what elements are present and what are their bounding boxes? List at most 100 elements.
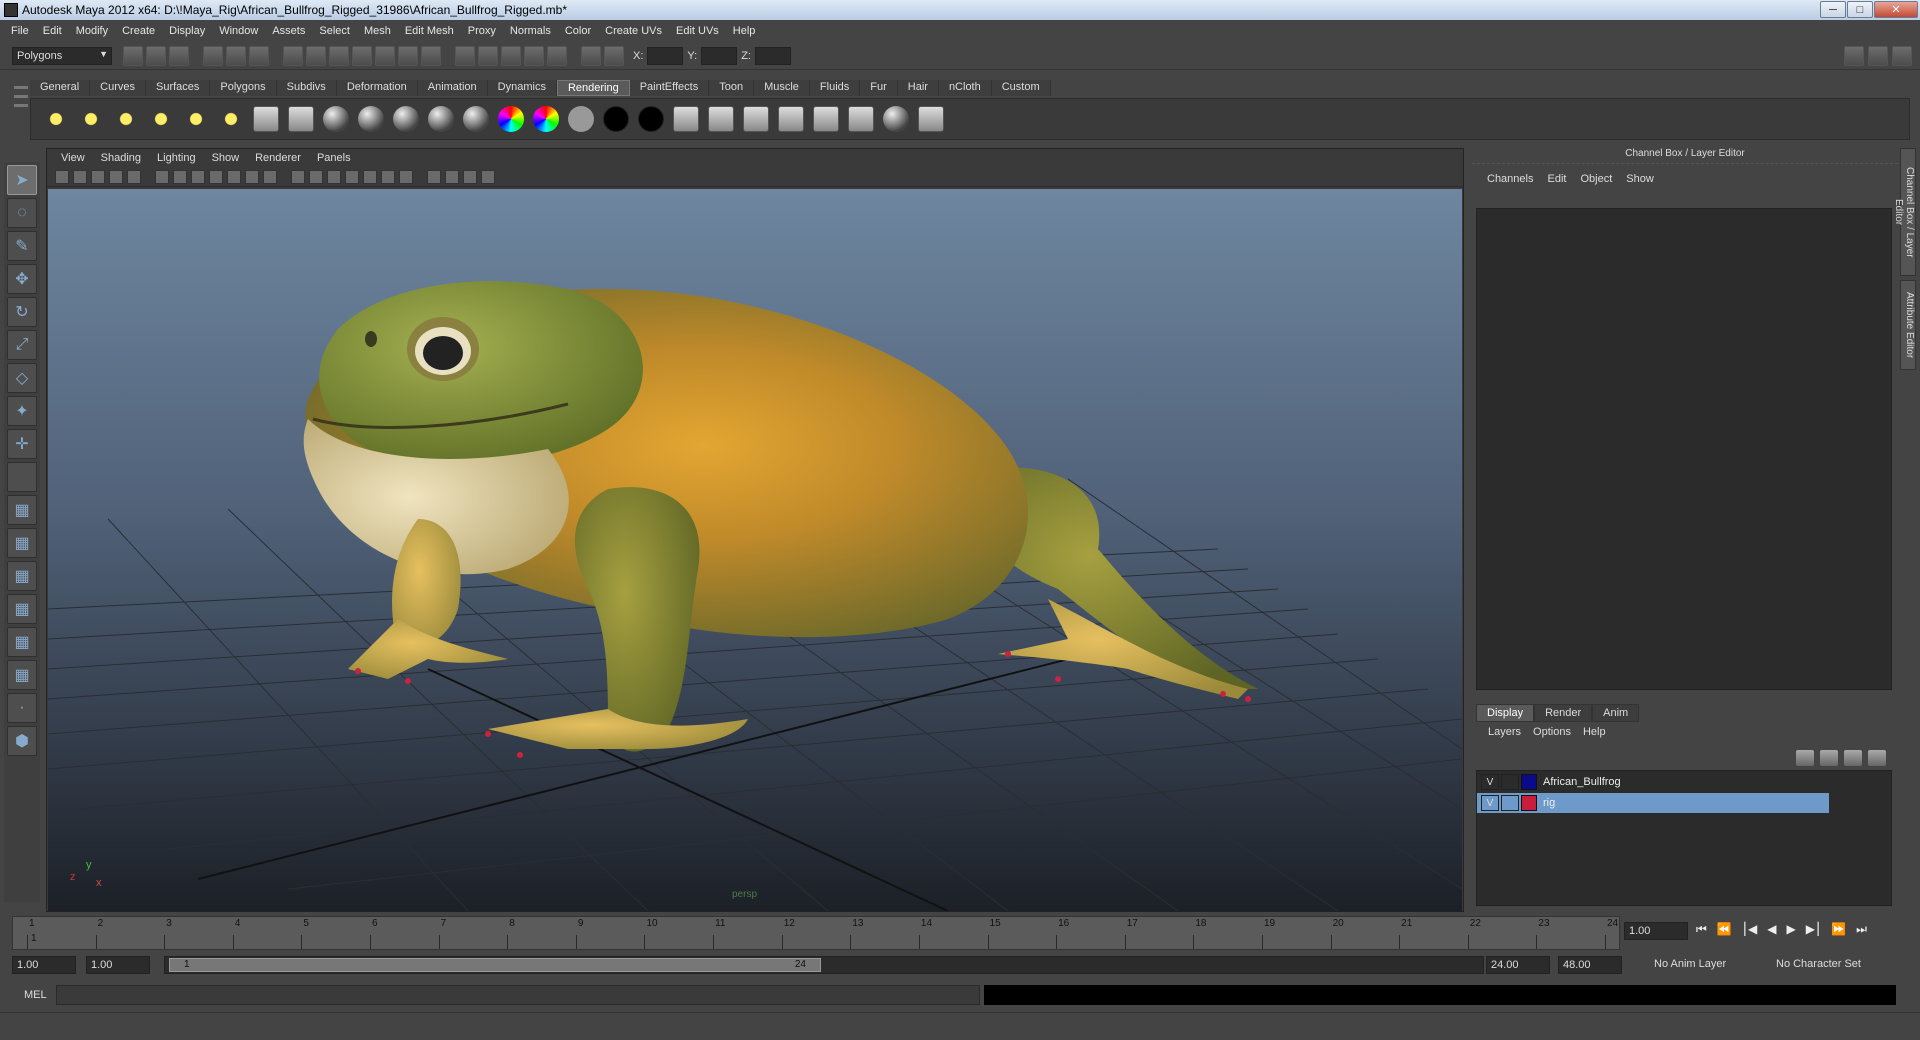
ambient-light-icon[interactable] (43, 106, 69, 132)
new-layer-from-selection-icon[interactable] (1868, 750, 1886, 766)
select-tool-icon[interactable]: ➤ (7, 165, 37, 195)
rotate-tool-icon[interactable]: ↻ (7, 297, 37, 327)
film-gate-icon[interactable] (155, 169, 169, 184)
layer-row[interactable]: V African_Bullfrog (1477, 772, 1891, 792)
phong-shader-icon[interactable] (428, 106, 454, 132)
help-icon[interactable] (421, 45, 441, 66)
smooth-shade-icon[interactable] (309, 169, 323, 184)
shelf-tab-ncloth[interactable]: nCloth (938, 80, 992, 96)
hypershade-layout-icon[interactable]: ▦ (7, 627, 37, 657)
perspective-graph-layout-icon[interactable]: ▦ (7, 594, 37, 624)
select-component-icon[interactable] (249, 45, 269, 66)
render-settings-icon[interactable] (524, 45, 544, 66)
shelf-tab-polygons[interactable]: Polygons (210, 80, 277, 96)
range-slider-handle[interactable]: 1 24 (169, 958, 821, 972)
lasso-tool-icon[interactable]: ◌ (7, 198, 37, 228)
hypershade-shelf-icon[interactable] (813, 106, 839, 132)
selection-mode-icon[interactable] (604, 45, 624, 66)
toggle-channel-box-icon[interactable] (1892, 46, 1912, 66)
safe-action-icon[interactable] (227, 169, 241, 184)
volume-light-icon[interactable] (218, 106, 244, 132)
history-icon[interactable] (398, 45, 418, 66)
menu-create-uvs[interactable]: Create UVs (598, 25, 669, 37)
menu-display[interactable]: Display (162, 25, 212, 37)
playback-start-field[interactable]: 1.00 (86, 956, 150, 974)
phong-e-shader-icon[interactable] (463, 106, 489, 132)
render-settings-shelf-icon[interactable] (743, 106, 769, 132)
snap-plane-icon[interactable] (352, 45, 372, 66)
shelf-tab-curves[interactable]: Curves (90, 80, 146, 96)
image-plane-icon[interactable] (109, 169, 123, 184)
ipr-render-icon[interactable] (501, 45, 521, 66)
spot-light-icon[interactable] (148, 106, 174, 132)
more-layouts-icon[interactable]: · (7, 693, 37, 723)
panel-menu-panels[interactable]: Panels (309, 152, 359, 164)
panel-menu-view[interactable]: View (53, 152, 93, 164)
panel-menu-shading[interactable]: Shading (93, 152, 149, 164)
shelf-tab-hair[interactable]: Hair (897, 80, 939, 96)
step-forward-frame-icon[interactable]: ▶⎮ (1806, 922, 1821, 937)
layer-tab-render[interactable]: Render (1534, 704, 1593, 722)
surface-shader-icon[interactable] (568, 106, 594, 132)
resolution-gate-icon[interactable] (173, 169, 187, 184)
four-view-layout-icon[interactable]: ▦ (7, 528, 37, 558)
range-slider[interactable]: 1 24 (164, 956, 1484, 974)
shelf-tab-rendering[interactable]: Rendering (556, 80, 630, 96)
layer-display-type-toggle[interactable] (1501, 795, 1519, 811)
camera-select-icon[interactable] (55, 169, 69, 184)
step-back-key-icon[interactable]: ⏪ (1717, 922, 1732, 937)
snap-point-icon[interactable] (329, 45, 349, 66)
shelf-tab-painteffects[interactable]: PaintEffects (629, 80, 710, 96)
layer-visibility-toggle[interactable]: V (1481, 795, 1499, 811)
menu-proxy[interactable]: Proxy (461, 25, 503, 37)
channel-object-menu[interactable]: Object (1573, 173, 1619, 185)
menu-window[interactable]: Window (212, 25, 265, 37)
safe-title-icon[interactable] (245, 169, 259, 184)
render-view-shelf-icon[interactable] (778, 106, 804, 132)
last-tool-icon[interactable] (7, 462, 37, 492)
make-live-icon[interactable] (375, 45, 395, 66)
shelf-tab-dynamics[interactable]: Dynamics (487, 80, 557, 96)
textured-icon[interactable] (345, 169, 359, 184)
shelf-tab-surfaces[interactable]: Surfaces (145, 80, 211, 96)
hypershade-icon[interactable] (547, 45, 567, 66)
show-manipulator-icon[interactable]: ✛ (7, 429, 37, 459)
wireframe-icon[interactable] (291, 169, 305, 184)
panel-menu-show[interactable]: Show (204, 152, 248, 164)
shadows-icon[interactable] (399, 169, 413, 184)
step-forward-key-icon[interactable]: ⏩ (1831, 922, 1846, 937)
camera-aim-icon[interactable] (253, 106, 279, 132)
channel-show-menu[interactable]: Show (1619, 173, 1661, 185)
shading-map-icon[interactable] (533, 106, 559, 132)
area-light-icon[interactable] (183, 106, 209, 132)
menu-assets[interactable]: Assets (265, 25, 312, 37)
perspective-view[interactable]: z y x persp (48, 189, 1462, 911)
menu-edit-mesh[interactable]: Edit Mesh (398, 25, 461, 37)
channels-menu[interactable]: Channels (1480, 173, 1540, 185)
channel-list[interactable] (1476, 208, 1892, 690)
backface-culling-icon[interactable] (481, 169, 495, 184)
menu-file[interactable]: File (4, 25, 36, 37)
menu-create[interactable]: Create (115, 25, 162, 37)
black-hole-icon[interactable] (638, 106, 664, 132)
panel-menu-lighting[interactable]: Lighting (149, 152, 204, 164)
shelf-tab-general[interactable]: General (30, 80, 91, 96)
panel-menu-renderer[interactable]: Renderer (247, 152, 309, 164)
blinn-shader-icon[interactable] (288, 106, 314, 132)
maximize-button[interactable]: □ (1847, 1, 1873, 18)
outliner-layout-icon[interactable]: ▦ (7, 660, 37, 690)
channel-edit-menu[interactable]: Edit (1540, 173, 1573, 185)
start-time-field[interactable]: 1.00 (12, 956, 76, 974)
playback-end-field[interactable]: 24.00 (1486, 956, 1550, 974)
shelf-tab-custom[interactable]: Custom (991, 80, 1051, 96)
single-perspective-layout-icon[interactable]: ▦ (7, 495, 37, 525)
move-tool-icon[interactable]: ✥ (7, 264, 37, 294)
layered-shader-icon[interactable] (393, 106, 419, 132)
shelf-tab-deformation[interactable]: Deformation (336, 80, 418, 96)
scale-tool-icon[interactable]: ⤢ (7, 330, 37, 360)
ipr-icon[interactable] (708, 106, 734, 132)
gate-mask-icon[interactable] (191, 169, 205, 184)
xray-icon[interactable] (445, 169, 459, 184)
menu-modify[interactable]: Modify (69, 25, 115, 37)
layer-help-menu[interactable]: Help (1577, 726, 1612, 738)
